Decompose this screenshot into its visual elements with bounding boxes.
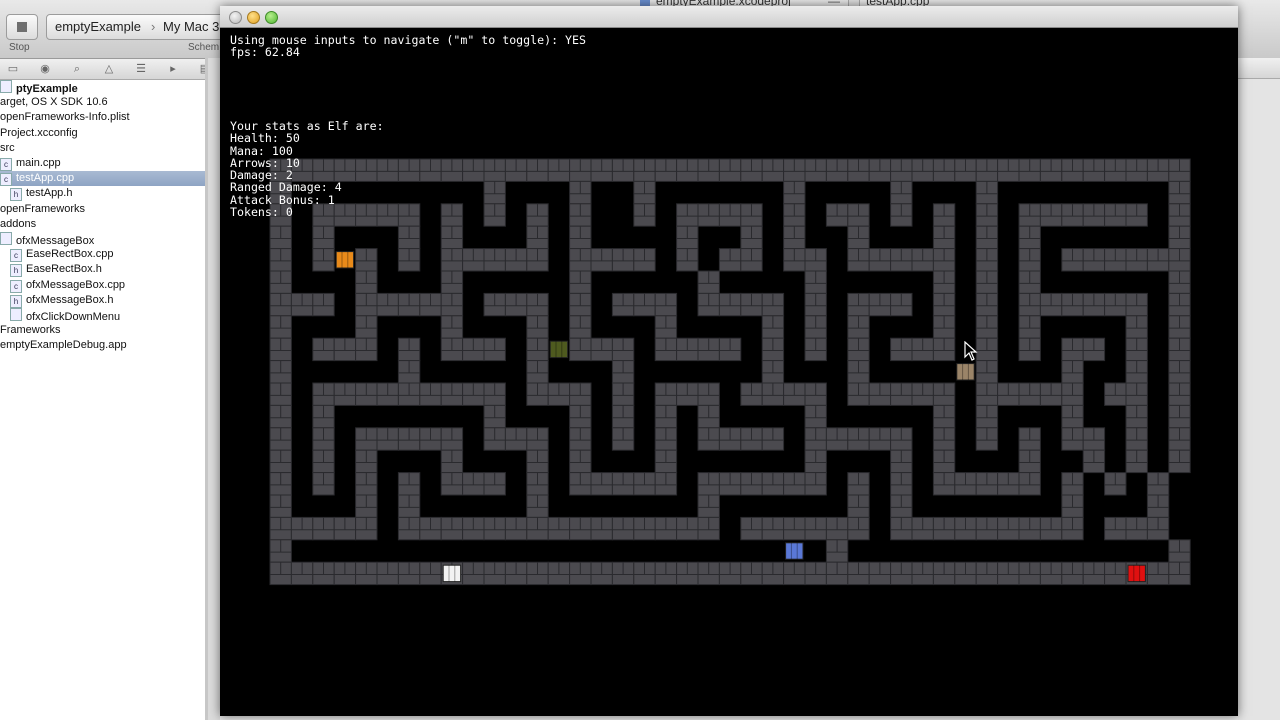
navigator-item-label: ofxClickDownMenu <box>26 311 121 323</box>
stop-icon <box>17 22 27 32</box>
exit-red <box>1127 564 1146 583</box>
navigator-item-label: src <box>0 141 15 154</box>
navigator-item-label: ptyExample <box>16 83 78 95</box>
cpp-file-icon: c <box>10 279 22 293</box>
navigator-item-label: testApp.h <box>26 187 73 200</box>
cpp-file-icon: c <box>0 158 12 171</box>
scheme-label: Schem <box>188 42 220 53</box>
navigator-item-label: openFrameworks-Info.plist <box>0 111 130 124</box>
navigator-item-label: addons <box>0 217 37 230</box>
search-icon[interactable]: ⌕ <box>71 63 83 75</box>
h-file-icon: h <box>10 188 22 202</box>
scheme-selector[interactable]: emptyExample › My Mac 3 <box>46 14 238 40</box>
navigator-item[interactable]: c testApp.cpp <box>0 171 205 187</box>
navigator-item[interactable]: Project.xcconfig <box>0 126 78 141</box>
stat-health: Health: 50 <box>230 131 300 146</box>
navigator-item[interactable]: addons <box>0 217 36 232</box>
item-white <box>442 564 462 583</box>
navigator-item[interactable]: emptyExampleDebug.app <box>0 338 127 353</box>
navigator-item[interactable]: arget, OS X SDK 10.6 <box>0 95 108 110</box>
navigator-item[interactable]: Frameworks <box>0 323 61 338</box>
navigator-item-label: Frameworks <box>0 324 61 337</box>
game-canvas[interactable]: Using mouse inputs to navigate ("m" to t… <box>220 28 1238 716</box>
navigator-item[interactable]: ofxMessageBox <box>0 232 94 247</box>
navigator-item-label: EaseRectBox.h <box>26 263 102 276</box>
editor-jump-bar <box>1238 58 1280 79</box>
navigator-item-label: openFrameworks <box>0 202 85 215</box>
navigator-item[interactable]: ptyExample <box>0 80 78 95</box>
navigator-item[interactable]: h testApp.h <box>0 186 73 202</box>
cpp-file-icon: c <box>0 173 12 187</box>
navigator-item-label: testApp.cpp <box>16 172 75 185</box>
close-button[interactable] <box>229 11 242 24</box>
folder-icon <box>10 308 22 321</box>
scheme-destination: My Mac 3 <box>163 19 220 34</box>
item-blue <box>785 542 804 560</box>
navigator-item-label: ofxMessageBox <box>16 235 95 247</box>
navigator-item[interactable]: ofxClickDownMenu <box>0 308 120 323</box>
stats-panel: Your stats as Elf are: Health: 50 Mana: 10… <box>230 120 384 220</box>
project-icon <box>0 80 12 93</box>
navigator-item-label: Project.xcconfig <box>0 126 78 139</box>
scheme-name: emptyExample <box>55 19 141 34</box>
navigator-item[interactable]: src <box>0 141 15 156</box>
navigator-item[interactable]: h EaseRectBox.h <box>0 262 102 278</box>
mouse-cursor-icon <box>964 341 978 361</box>
navigator-item[interactable]: c main.cpp <box>0 156 61 171</box>
navigator-item[interactable]: openFrameworks <box>0 202 85 217</box>
project-navigator: ptyExample arget, OS X SDK 10.6 openFramew… <box>0 80 205 720</box>
navigator-item-label: ofxMessageBox.h <box>26 293 114 306</box>
editor-right-strip <box>1238 58 1280 720</box>
navigator-item[interactable]: c ofxMessageBox.cpp <box>0 278 125 293</box>
h-file-icon: h <box>10 294 22 308</box>
navigator-item[interactable]: openFrameworks-Info.plist <box>0 110 130 125</box>
stop-label: Stop <box>9 42 30 53</box>
navigator-item-label: emptyExampleDebug.app <box>0 339 127 352</box>
enemy-green <box>549 340 569 359</box>
game-window: Using mouse inputs to navigate ("m" to t… <box>220 6 1238 716</box>
navigator-selector-bar: ▭◉⌕△☰▸▤ <box>0 59 210 80</box>
navigator-item-label: ofxMessageBox.cpp <box>26 278 126 291</box>
scheme-separator: › <box>151 19 156 34</box>
stat-ranged-damage: Ranged Damage: 4 <box>230 180 342 195</box>
navigator-item-label: EaseRectBox.cpp <box>26 248 114 261</box>
zoom-button[interactable] <box>265 11 278 24</box>
h-file-icon: h <box>10 264 22 278</box>
enemy-tan <box>956 363 975 381</box>
breakpoint-icon[interactable]: ▸ <box>167 63 179 75</box>
minimize-button[interactable] <box>247 11 260 24</box>
hud-top: Using mouse inputs to navigate ("m" to t… <box>230 34 586 59</box>
navigator-item[interactable]: c EaseRectBox.cpp <box>0 247 114 263</box>
warning-icon[interactable]: △ <box>103 63 115 75</box>
stop-button[interactable] <box>6 14 38 40</box>
cpp-file-icon: c <box>10 249 22 263</box>
editor-gutter <box>208 58 220 720</box>
fps-text: fps: 62.84 <box>230 45 300 60</box>
list-icon[interactable]: ☰ <box>135 63 147 75</box>
navigator-item[interactable]: h ofxMessageBox.h <box>0 293 113 308</box>
folder-icon[interactable]: ▭ <box>7 63 19 75</box>
folder-icon <box>0 232 12 245</box>
stat-tokens: Tokens: 0 <box>230 205 293 220</box>
symbol-icon[interactable]: ◉ <box>39 63 51 75</box>
navigator-item-label: main.cpp <box>16 157 61 169</box>
navigator-item-label: arget, OS X SDK 10.6 <box>0 96 108 109</box>
player-elf <box>335 251 355 269</box>
game-window-titlebar[interactable] <box>220 6 1238 28</box>
